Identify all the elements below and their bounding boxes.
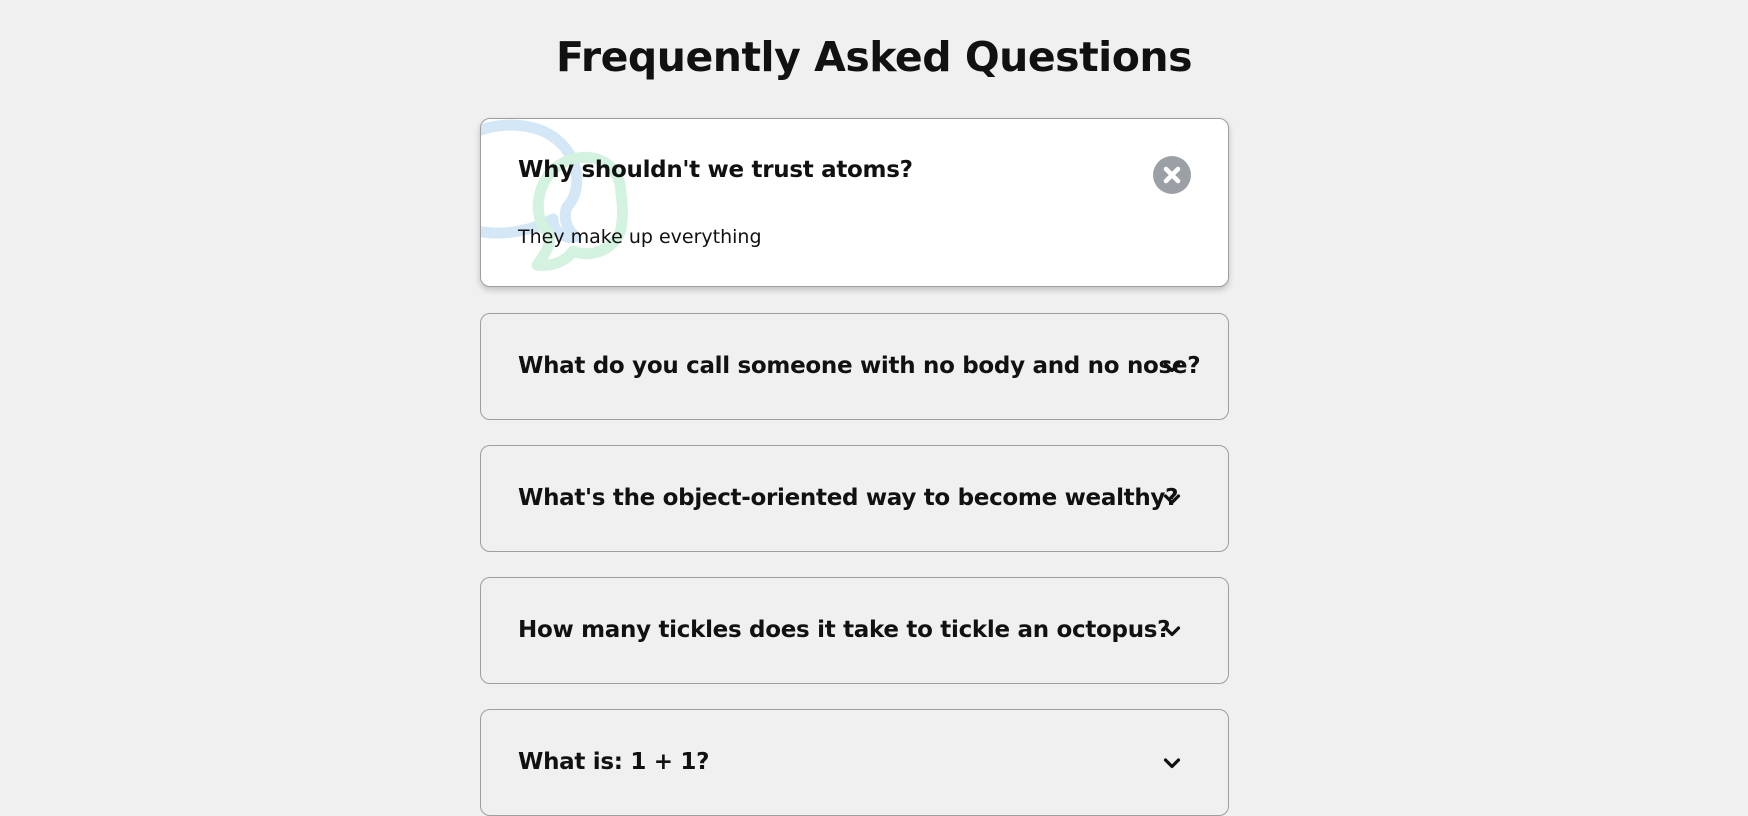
close-icon [1163,166,1181,184]
faq-question[interactable]: What is: 1 + 1? [518,749,709,775]
expand-button[interactable] [1153,744,1191,782]
expand-button[interactable] [1153,480,1191,518]
page-title: Frequently Asked Questions [556,33,1193,81]
faq-question[interactable]: What do you call someone with no body an… [518,353,1201,379]
chevron-down-icon [1163,494,1181,505]
faq-question[interactable]: How many tickles does it take to tickle … [518,617,1171,643]
expand-button[interactable] [1153,612,1191,650]
chevron-down-icon [1163,626,1181,637]
faq-question[interactable]: What's the object-oriented way to become… [518,485,1178,511]
faq-item[interactable]: Why shouldn't we trust atoms? They make … [480,118,1229,287]
faq-item[interactable]: How many tickles does it take to tickle … [480,577,1229,684]
faq-question[interactable]: Why shouldn't we trust atoms? [518,157,913,183]
faq-item[interactable]: What do you call someone with no body an… [480,313,1229,420]
faq-item[interactable]: What is: 1 + 1? [480,709,1229,816]
chevron-down-icon [1163,758,1181,769]
expand-button[interactable] [1153,348,1191,386]
close-button[interactable] [1153,156,1191,194]
chevron-down-icon [1163,362,1181,373]
chat-bubbles-icon [481,119,628,271]
faq-item[interactable]: What's the object-oriented way to become… [480,445,1229,552]
faq-answer: They make up everything [518,226,762,248]
